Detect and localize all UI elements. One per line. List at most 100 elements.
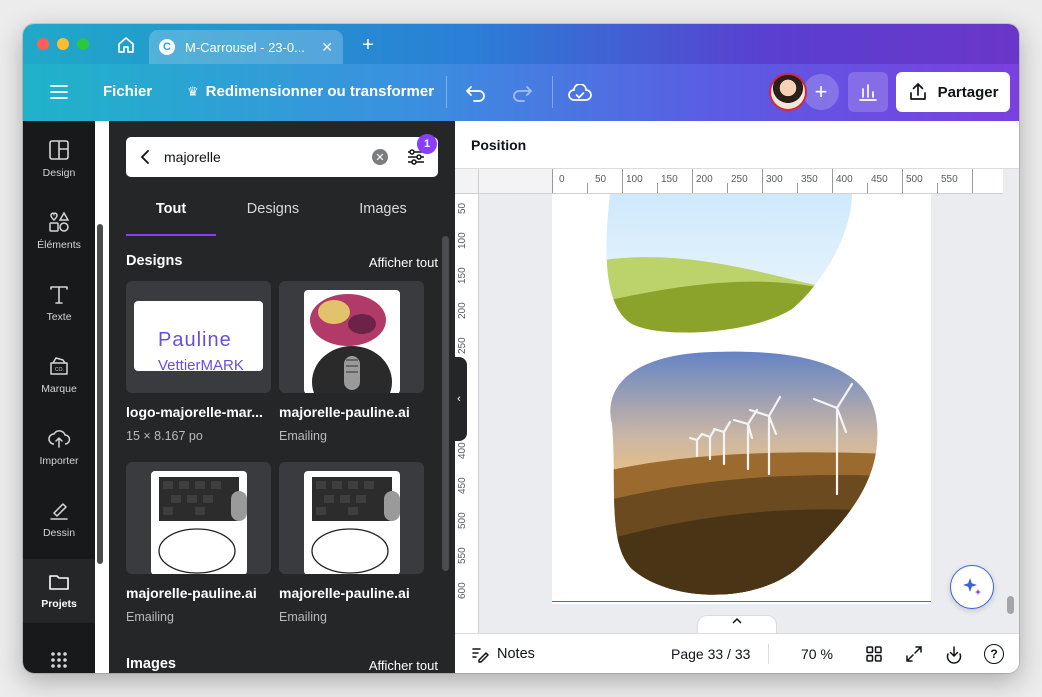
result-tabs: Tout Designs Images bbox=[126, 201, 438, 236]
new-tab-icon[interactable]: + bbox=[357, 34, 379, 56]
collapse-panel-handle[interactable]: ‹ bbox=[451, 357, 467, 441]
resize-button[interactable]: ♛ Redimensionner ou transformer bbox=[187, 83, 434, 100]
design-page[interactable] bbox=[552, 194, 931, 604]
file-menu-button[interactable]: Fichier bbox=[103, 83, 152, 100]
design-card-subtitle: Emailing bbox=[279, 429, 327, 443]
tab-designs[interactable]: Designs bbox=[228, 201, 318, 237]
draw-icon bbox=[50, 503, 68, 520]
design-card[interactable] bbox=[279, 281, 424, 393]
ruler-corner bbox=[455, 169, 479, 194]
undo-icon[interactable] bbox=[461, 78, 491, 108]
wind-turbines-image[interactable] bbox=[552, 344, 931, 604]
close-tab-icon[interactable]: ✕ bbox=[321, 39, 333, 56]
context-toolbar: Position bbox=[455, 121, 1019, 169]
rail-item-draw[interactable]: Dessin bbox=[23, 487, 95, 551]
design-thumbnail bbox=[304, 290, 400, 393]
share-button[interactable]: Partager bbox=[896, 72, 1010, 112]
rail-item-projects[interactable]: Projets bbox=[23, 559, 95, 623]
design-card[interactable] bbox=[126, 462, 271, 574]
layout-icon bbox=[49, 140, 69, 160]
app-window: C M-Carrousel - 23-0... ✕ + Fichier ♛ Re… bbox=[23, 24, 1019, 673]
rail-item-text[interactable]: Texte bbox=[23, 271, 95, 335]
chevron-up-icon bbox=[732, 617, 742, 624]
upload-cloud-icon bbox=[48, 430, 71, 448]
design-card-title: logo-majorelle-mar... bbox=[126, 404, 263, 420]
fullscreen-icon[interactable] bbox=[904, 644, 924, 664]
search-panel: majorelle ✕ 1 Tout Designs Images Design… bbox=[109, 121, 455, 673]
text-icon bbox=[50, 286, 68, 304]
redo-icon[interactable] bbox=[507, 78, 537, 108]
share-label: Partager bbox=[937, 83, 999, 101]
tab-images[interactable]: Images bbox=[338, 201, 428, 237]
design-card-subtitle: Emailing bbox=[279, 610, 327, 624]
back-arrow-icon[interactable] bbox=[140, 149, 150, 165]
rail-item-design[interactable]: Design bbox=[23, 127, 95, 191]
close-window-button[interactable] bbox=[37, 38, 49, 50]
chevron-left-icon: ‹ bbox=[457, 393, 461, 405]
canvas-area: Position 0 50 100 150 200 250 300 350 40… bbox=[455, 121, 1019, 673]
maximize-window-button[interactable] bbox=[77, 38, 89, 50]
expand-pages-handle[interactable] bbox=[697, 615, 777, 633]
toolbar-divider bbox=[552, 76, 553, 108]
browser-tab-bar: C M-Carrousel - 23-0... ✕ + bbox=[23, 24, 1019, 64]
resize-label: Redimensionner ou transformer bbox=[205, 83, 435, 100]
rail-scrollbar[interactable] bbox=[97, 224, 103, 564]
panel-scrollbar[interactable] bbox=[442, 236, 449, 571]
filter-count-badge: 1 bbox=[417, 134, 437, 154]
design-card-title: majorelle-pauline.ai bbox=[126, 585, 257, 601]
left-rail: Design Éléments Texte CO. Marque Importe… bbox=[23, 121, 103, 673]
rail-item-upload[interactable]: Importer bbox=[23, 415, 95, 479]
position-button[interactable]: Position bbox=[471, 137, 526, 153]
svg-text:CO.: CO. bbox=[55, 367, 64, 373]
clear-search-icon[interactable]: ✕ bbox=[372, 149, 388, 165]
grid-view-icon[interactable] bbox=[864, 644, 884, 664]
design-card[interactable]: Pauline VettierMARK bbox=[126, 281, 271, 393]
insights-icon[interactable] bbox=[848, 72, 888, 112]
brand-icon: CO. bbox=[50, 357, 68, 375]
notes-button[interactable]: Notes bbox=[471, 645, 535, 663]
design-card-subtitle: 15 × 8.167 po bbox=[126, 429, 203, 443]
home-icon[interactable] bbox=[113, 32, 139, 58]
images-section-title: Images bbox=[126, 656, 176, 672]
design-thumbnail bbox=[304, 471, 400, 574]
add-collaborator-button[interactable]: + bbox=[803, 74, 839, 110]
help-icon[interactable]: ? bbox=[984, 644, 1004, 664]
share-upload-icon bbox=[909, 83, 926, 100]
page-boundary bbox=[552, 601, 931, 602]
design-card-title: majorelle-pauline.ai bbox=[279, 585, 410, 601]
landscape-image[interactable] bbox=[552, 194, 931, 344]
magic-assistant-sparkle-icon[interactable] bbox=[950, 565, 994, 609]
logo-thumbnail: Pauline VettierMARK bbox=[134, 301, 263, 371]
horizontal-ruler: 0 50 100 150 200 250 300 350 400 450 500… bbox=[479, 169, 1003, 194]
minimize-window-button[interactable] bbox=[57, 38, 69, 50]
toolbar-divider bbox=[446, 76, 447, 108]
design-card[interactable] bbox=[279, 462, 424, 574]
designs-section-title: Designs bbox=[126, 253, 183, 269]
zoom-level[interactable]: 70 % bbox=[801, 646, 833, 662]
page-indicator[interactable]: Page 33 / 33 bbox=[671, 646, 750, 662]
rail-item-elements[interactable]: Éléments bbox=[23, 199, 95, 263]
design-card-title: majorelle-pauline.ai bbox=[279, 404, 410, 420]
search-input[interactable]: majorelle bbox=[164, 149, 372, 165]
rail-item-brand[interactable]: CO. Marque bbox=[23, 343, 95, 407]
shapes-icon bbox=[49, 211, 70, 232]
images-see-all-link[interactable]: Afficher tout bbox=[369, 658, 438, 673]
tab-all[interactable]: Tout bbox=[126, 201, 216, 237]
browser-tab[interactable]: C M-Carrousel - 23-0... ✕ bbox=[149, 30, 343, 64]
editor-footer: Notes Page 33 / 33 70 % ? bbox=[455, 633, 1019, 673]
search-box: majorelle ✕ 1 bbox=[126, 134, 438, 177]
designs-see-all-link[interactable]: Afficher tout bbox=[369, 255, 438, 270]
canva-favicon-icon: C bbox=[159, 39, 175, 55]
filter-icon[interactable]: 1 bbox=[404, 134, 437, 169]
cloud-saved-icon[interactable] bbox=[565, 78, 595, 108]
user-avatar[interactable] bbox=[769, 73, 807, 111]
apps-grid-icon bbox=[51, 652, 67, 668]
design-card-subtitle: Emailing bbox=[126, 610, 174, 624]
folder-icon bbox=[49, 575, 69, 590]
menu-icon[interactable] bbox=[47, 80, 71, 104]
editor-toolbar: Fichier ♛ Redimensionner ou transformer … bbox=[23, 64, 1019, 121]
canvas-scrollbar[interactable] bbox=[1007, 596, 1014, 614]
download-icon[interactable] bbox=[944, 644, 964, 664]
rail-item-apps[interactable] bbox=[23, 631, 95, 673]
crown-icon: ♛ bbox=[187, 83, 199, 99]
